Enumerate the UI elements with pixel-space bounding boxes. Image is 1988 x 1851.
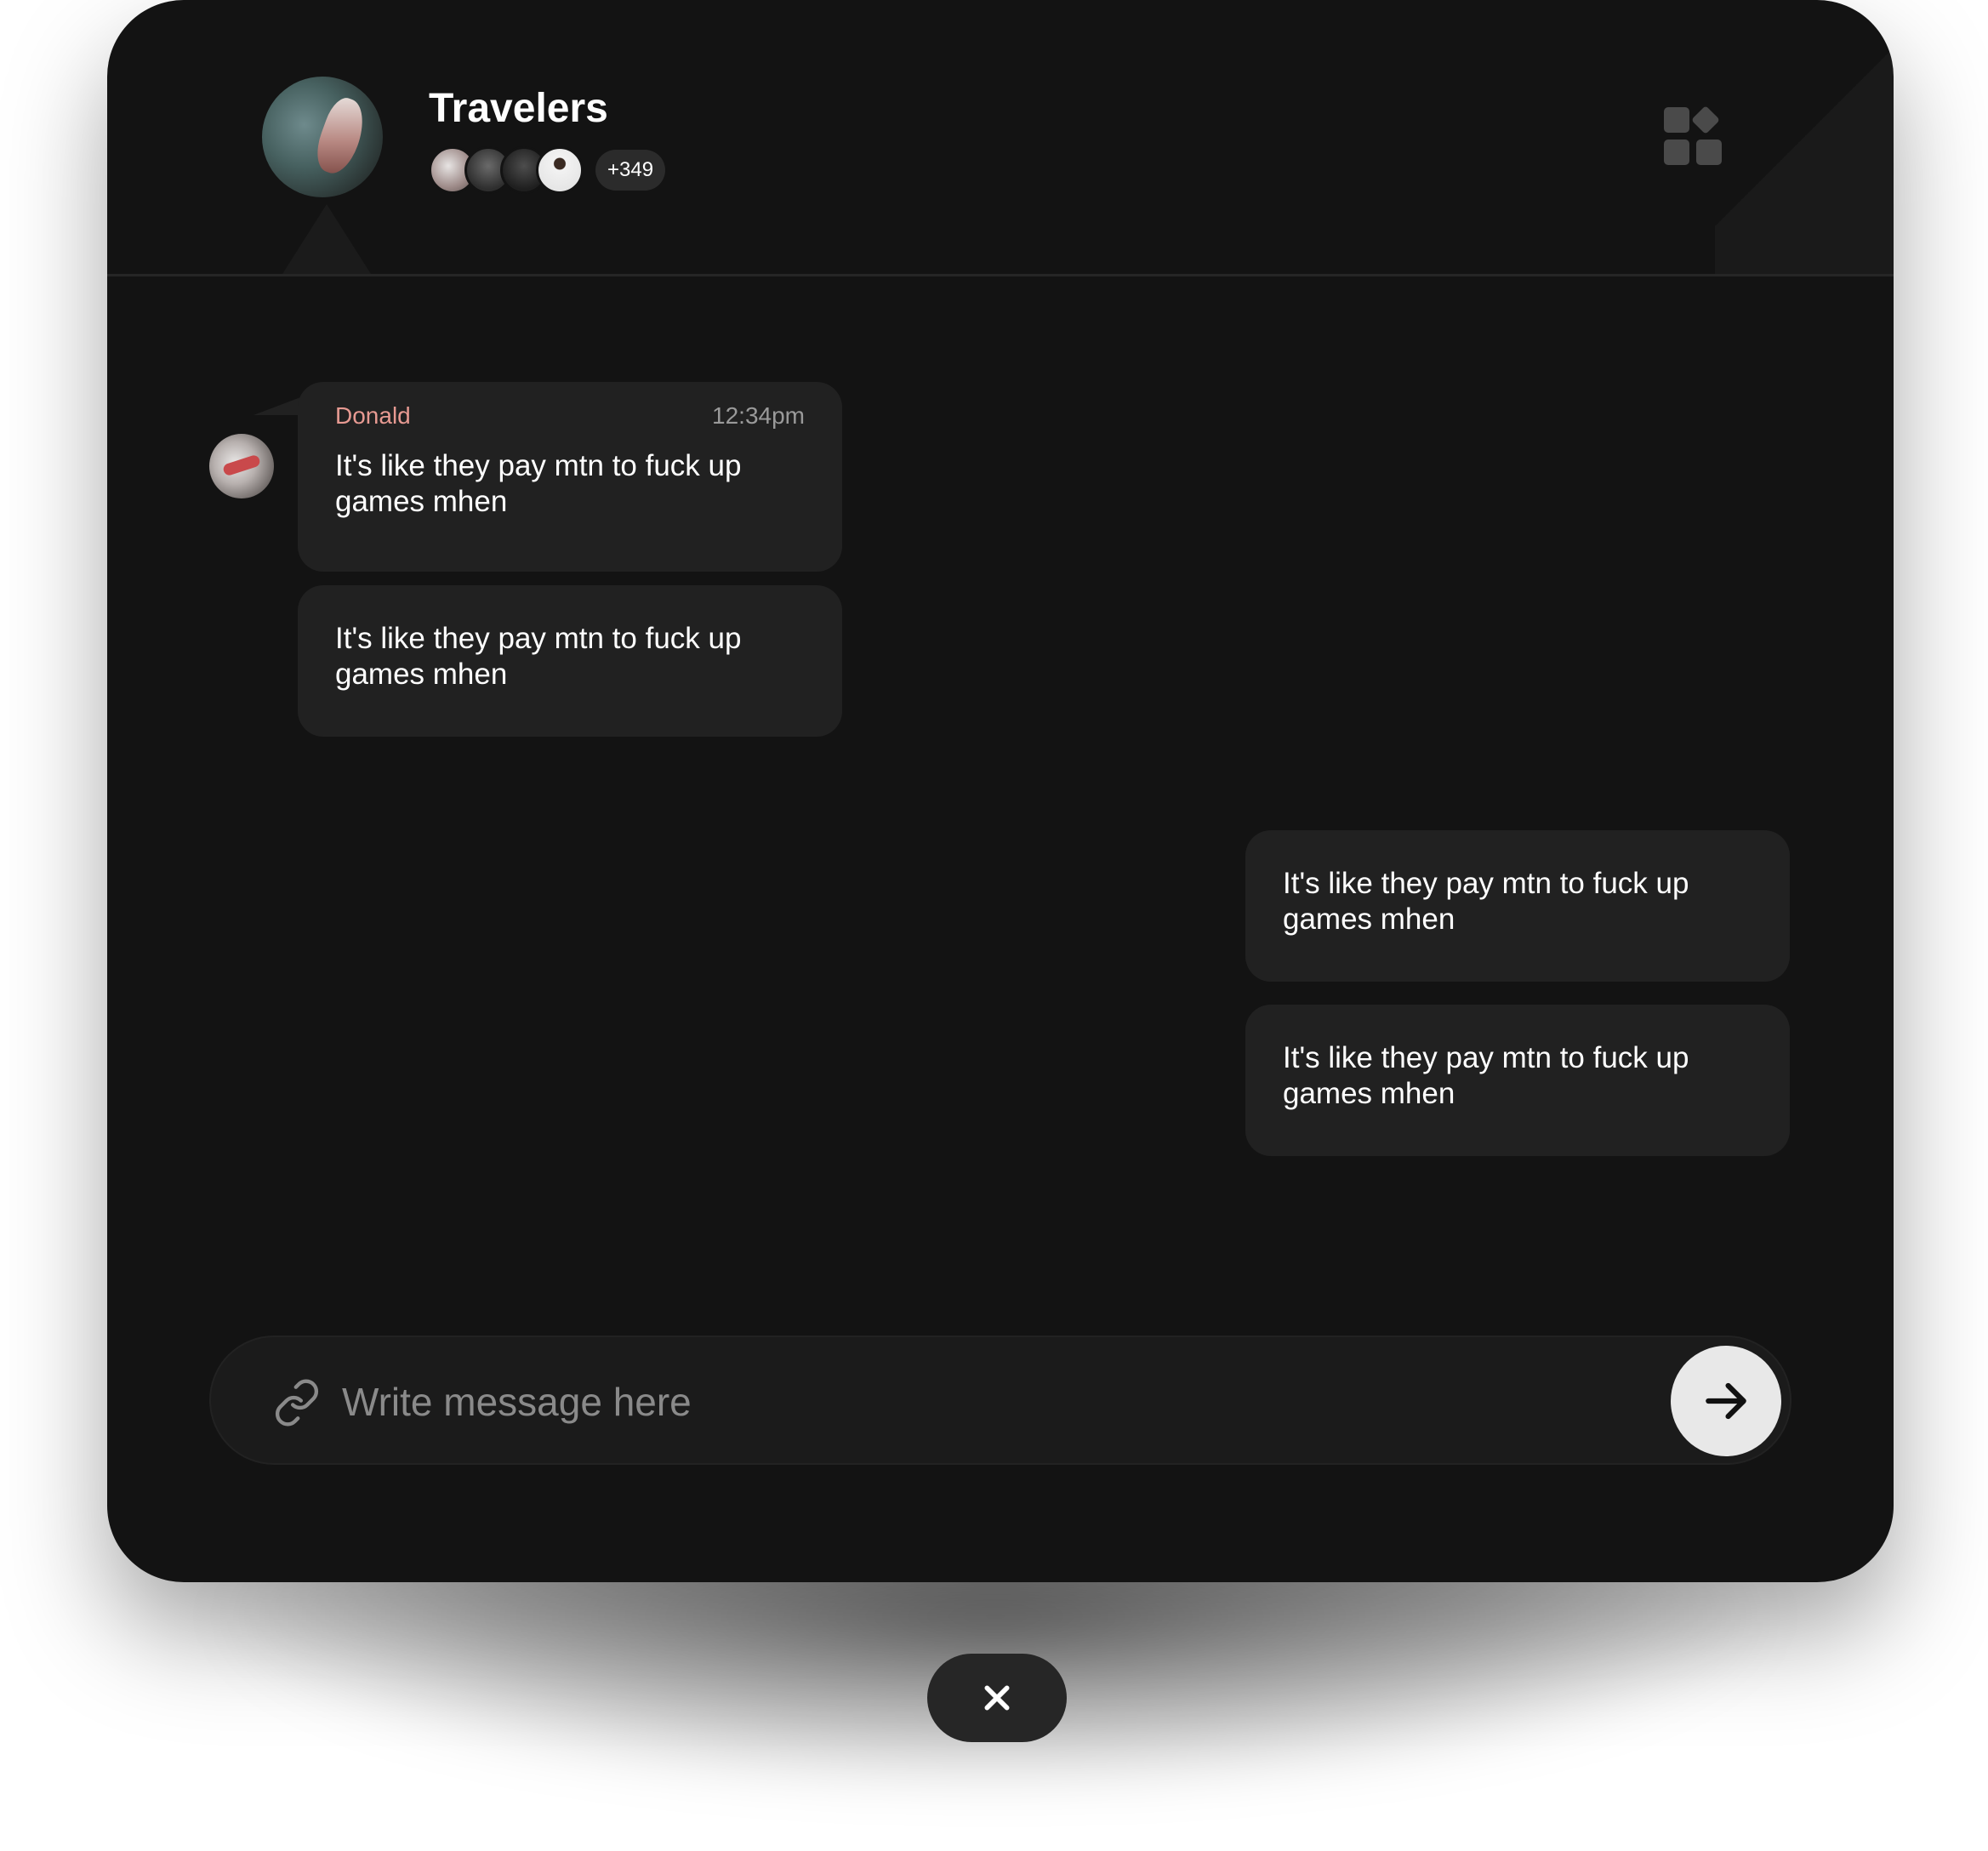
- close-icon: [984, 1685, 1010, 1711]
- message-bubble-incoming: Donald 12:34pm It's like they pay mtn to…: [298, 382, 842, 572]
- message-text: It's like they pay mtn to fuck up games …: [1283, 1041, 1689, 1110]
- message-text: It's like they pay mtn to fuck up games …: [335, 622, 742, 691]
- message-text: It's like they pay mtn to fuck up games …: [1283, 867, 1689, 936]
- member-avatar: [536, 146, 584, 194]
- message-text: It's like they pay mtn to fuck up games …: [335, 449, 742, 518]
- arrow-right-icon: [1706, 1382, 1746, 1420]
- chat-window: Travelers +349 Donald 12:34pm It's like …: [107, 0, 1894, 1582]
- send-button[interactable]: [1671, 1346, 1781, 1456]
- message-input[interactable]: [340, 1364, 1620, 1439]
- message-time: 12:34pm: [712, 402, 805, 429]
- bubble-tail: [253, 396, 303, 415]
- header-decoration: [1715, 0, 1894, 274]
- chat-header: Travelers +349: [107, 0, 1894, 276]
- chat-stage: Travelers +349 Donald 12:34pm It's like …: [0, 0, 1988, 1851]
- group-title: Travelers: [429, 86, 608, 131]
- message-composer: [209, 1336, 1791, 1465]
- sender-avatar[interactable]: [209, 434, 274, 498]
- message-bubble-outgoing: It's like they pay mtn to fuck up games …: [1245, 1005, 1790, 1156]
- close-button[interactable]: [927, 1654, 1067, 1742]
- message-header: Donald 12:34pm: [335, 402, 805, 430]
- member-avatars[interactable]: +349: [429, 146, 666, 194]
- group-avatar[interactable]: [262, 77, 383, 197]
- apps-grid-icon[interactable]: [1664, 105, 1725, 167]
- link-icon[interactable]: [272, 1378, 322, 1427]
- member-count-badge: +349: [595, 150, 666, 191]
- avatar-pointer: [282, 204, 371, 274]
- message-bubble-incoming: It's like they pay mtn to fuck up games …: [298, 585, 842, 737]
- sender-name[interactable]: Donald: [335, 402, 411, 430]
- message-bubble-outgoing: It's like they pay mtn to fuck up games …: [1245, 830, 1790, 982]
